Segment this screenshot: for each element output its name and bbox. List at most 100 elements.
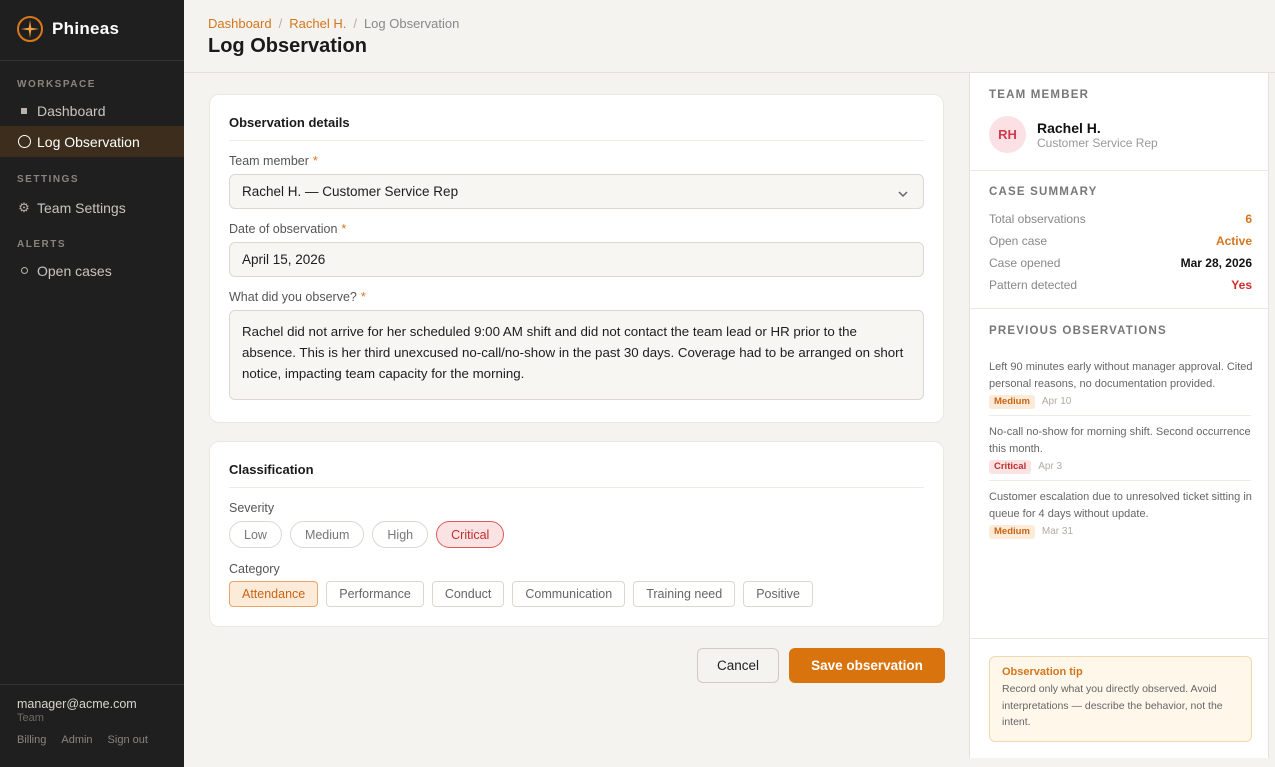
tip-title: Observation tip bbox=[1002, 666, 1083, 678]
brand[interactable]: Phineas bbox=[17, 15, 119, 43]
stat-label: Total observations bbox=[989, 212, 1086, 226]
divider bbox=[0, 684, 184, 685]
classification-card: Classification Severity Low Medium High … bbox=[209, 441, 944, 627]
save-observation-button[interactable]: Save observation bbox=[789, 648, 945, 683]
stat-row: Total observations 6 bbox=[989, 212, 1252, 226]
cancel-button[interactable]: Cancel bbox=[697, 648, 779, 683]
severity-critical[interactable]: Critical bbox=[436, 521, 505, 548]
date-value: April 15, 2026 bbox=[242, 252, 326, 267]
chevron-down-icon bbox=[897, 187, 909, 202]
team-member-value: Rachel H. — Customer Service Rep bbox=[242, 184, 459, 199]
billing-link[interactable]: Billing bbox=[17, 734, 46, 746]
brand-logo-icon bbox=[17, 16, 43, 42]
divider bbox=[970, 308, 1269, 309]
date-label: Date of observation * bbox=[229, 222, 347, 236]
stat-value: Mar 28, 2026 bbox=[1180, 256, 1252, 270]
card-title: Classification bbox=[229, 462, 314, 477]
observation-details-card: Observation details Team member * Rachel … bbox=[209, 94, 944, 423]
severity-label: Severity bbox=[229, 501, 275, 515]
severity-high[interactable]: High bbox=[372, 521, 429, 548]
observation-textarea[interactable]: Rachel did not arrive for her scheduled … bbox=[229, 310, 924, 400]
circle-icon bbox=[13, 135, 35, 148]
divider bbox=[970, 638, 1269, 639]
admin-link[interactable]: Admin bbox=[61, 734, 92, 746]
gear-icon: ⚙ bbox=[18, 199, 30, 215]
divider bbox=[989, 480, 1251, 481]
previous-observation[interactable]: Customer escalation due to unresolved ti… bbox=[989, 489, 1255, 540]
severity-badge: Medium bbox=[989, 394, 1035, 409]
observation-summary: Customer escalation due to unresolved ti… bbox=[989, 491, 1252, 520]
observation-meta: Medium Mar 31 bbox=[989, 523, 1255, 540]
severity-options: Low Medium High Critical bbox=[229, 521, 505, 548]
observation-summary: Left 90 minutes early without manager ap… bbox=[989, 361, 1253, 390]
section-alerts: ALERTS bbox=[17, 239, 66, 250]
stat-value: 6 bbox=[1245, 212, 1252, 226]
stat-row: Case opened Mar 28, 2026 bbox=[989, 256, 1252, 270]
severity-badge: Medium bbox=[989, 524, 1035, 539]
sidebar: Phineas WORKSPACE Dashboard Log Observat… bbox=[0, 0, 184, 767]
severity-low[interactable]: Low bbox=[229, 521, 282, 548]
observation-meta: Medium Apr 10 bbox=[989, 393, 1255, 410]
sidebar-item-label: Dashboard bbox=[37, 102, 106, 119]
previous-observations-heading: PREVIOUS OBSERVATIONS bbox=[989, 325, 1167, 337]
observation-meta: Critical Apr 3 bbox=[989, 458, 1255, 475]
user-email: manager@acme.com bbox=[17, 697, 137, 711]
stat-value: Yes bbox=[1231, 278, 1252, 292]
page-title: Log Observation bbox=[208, 35, 367, 57]
divider bbox=[0, 60, 184, 61]
divider bbox=[229, 487, 924, 488]
sidebar-item-label: Team Settings bbox=[37, 199, 126, 216]
breadcrumb-current: Log Observation bbox=[363, 16, 460, 31]
sidebar-item-label: Open cases bbox=[37, 262, 112, 279]
member-name: Rachel H. bbox=[1037, 120, 1101, 136]
observation-label: What did you observe? * bbox=[229, 290, 366, 304]
observation-date: Mar 31 bbox=[1041, 526, 1074, 537]
observation-date: Apr 10 bbox=[1041, 396, 1072, 407]
sidebar-item-dashboard[interactable]: Dashboard bbox=[0, 95, 184, 126]
team-member-heading: TEAM MEMBER bbox=[989, 89, 1090, 101]
previous-observation[interactable]: Left 90 minutes early without manager ap… bbox=[989, 359, 1255, 410]
category-options: Attendance Performance Conduct Communica… bbox=[229, 581, 813, 607]
stat-row: Pattern detected Yes bbox=[989, 278, 1252, 292]
previous-observation[interactable]: No-call no-show for morning shift. Secon… bbox=[989, 424, 1255, 475]
sidebar-item-team-settings[interactable]: ⚙ Team Settings bbox=[0, 192, 184, 223]
observation-date: Apr 3 bbox=[1038, 461, 1063, 472]
date-field[interactable]: April 15, 2026 bbox=[229, 242, 924, 277]
avatar: RH bbox=[989, 116, 1026, 153]
member-role: Customer Service Rep bbox=[1037, 136, 1158, 150]
category-attendance[interactable]: Attendance bbox=[229, 581, 319, 607]
team-member-select[interactable]: Rachel H. — Customer Service Rep bbox=[229, 174, 924, 209]
stat-row: Open case Active bbox=[989, 234, 1252, 248]
sign-out-link[interactable]: Sign out bbox=[108, 734, 148, 746]
user-role: Team bbox=[17, 712, 44, 724]
observation-tip: Observation tip Record only what you dir… bbox=[989, 656, 1252, 742]
divider bbox=[989, 415, 1251, 416]
stat-label: Case opened bbox=[989, 256, 1061, 270]
brand-name: Phineas bbox=[52, 19, 120, 38]
observation-summary: No-call no-show for morning shift. Secon… bbox=[989, 426, 1251, 455]
tip-text: Record only what you directly observed. … bbox=[1002, 683, 1223, 728]
section-workspace: WORKSPACE bbox=[17, 79, 96, 90]
stat-label: Pattern detected bbox=[989, 278, 1078, 292]
category-training-need[interactable]: Training need bbox=[633, 581, 736, 607]
stat-value: Active bbox=[1215, 234, 1252, 248]
category-communication[interactable]: Communication bbox=[512, 581, 626, 607]
severity-badge: Critical bbox=[989, 459, 1032, 474]
observation-text: Rachel did not arrive for her scheduled … bbox=[242, 324, 904, 381]
sidebar-item-open-cases[interactable]: Open cases bbox=[0, 255, 184, 286]
sidebar-item-log-observation[interactable]: Log Observation bbox=[0, 126, 184, 157]
breadcrumb: Dashboard / Rachel H. / Log Observation bbox=[208, 16, 459, 31]
section-settings: SETTINGS bbox=[17, 174, 80, 185]
divider bbox=[229, 140, 924, 141]
breadcrumb-member[interactable]: Rachel H. bbox=[289, 16, 346, 31]
sidebar-item-label: Log Observation bbox=[37, 133, 140, 150]
severity-medium[interactable]: Medium bbox=[289, 521, 365, 548]
breadcrumb-dashboard[interactable]: Dashboard bbox=[208, 16, 272, 31]
category-positive[interactable]: Positive bbox=[743, 581, 813, 607]
stat-label: Open case bbox=[989, 234, 1048, 248]
divider bbox=[970, 170, 1269, 171]
category-label: Category bbox=[229, 562, 280, 576]
circle-small-icon bbox=[13, 267, 35, 274]
category-performance[interactable]: Performance bbox=[326, 581, 424, 607]
category-conduct[interactable]: Conduct bbox=[431, 581, 505, 607]
